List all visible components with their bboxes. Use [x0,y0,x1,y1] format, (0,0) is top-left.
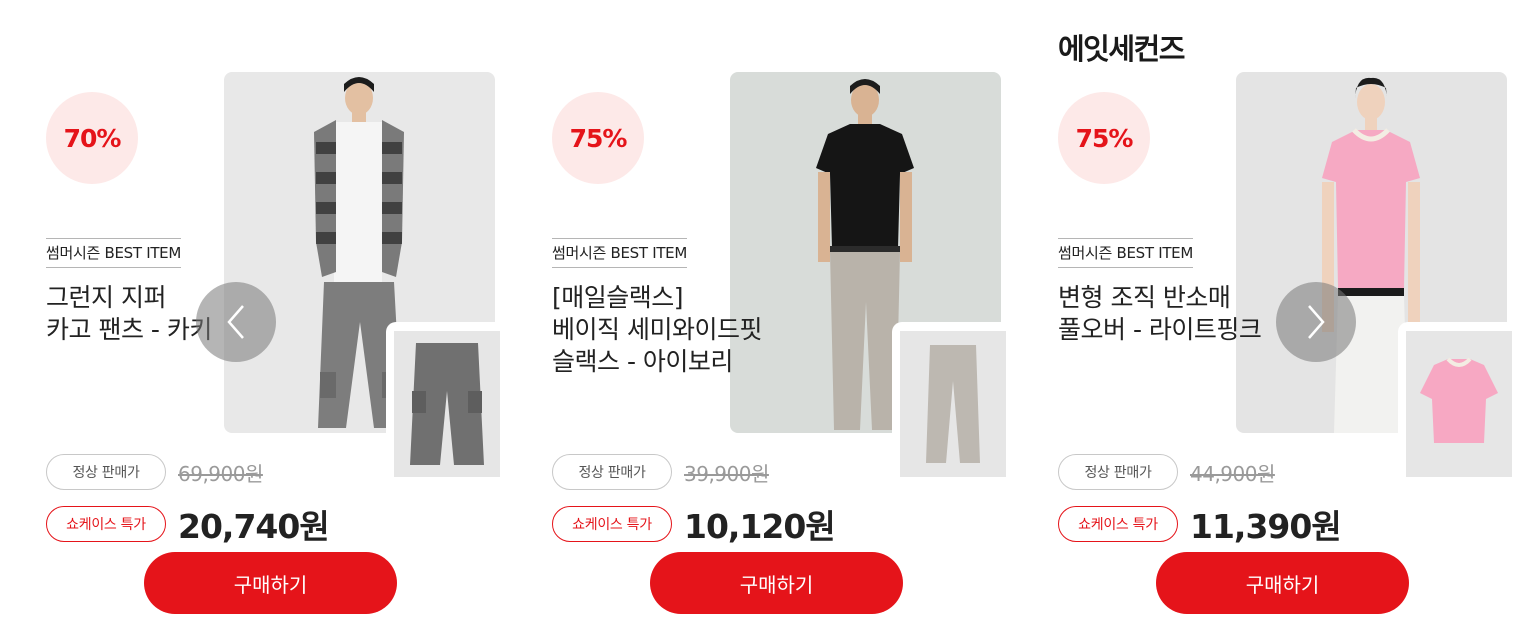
discount-badge: 75% [552,92,644,184]
chevron-left-icon [227,305,244,339]
regular-price-label: 정상 판매가 [46,454,166,490]
special-price-row: 쇼케이스 특가 10,120원 [552,500,836,548]
special-price: 10,120원 [684,507,836,546]
regular-price-label: 정상 판매가 [1058,454,1178,490]
product-name-line: 슬랙스 - 아이보리 [552,347,733,376]
regular-price-row: 정상 판매가 69,900원 [46,454,263,490]
product-name-line: [매일슬랙스] [552,283,684,312]
product-thumbnail[interactable] [1398,322,1518,486]
special-price-label: 쇼케이스 특가 [46,506,166,542]
discount-badge: 75% [1058,92,1150,184]
carousel-prev-button[interactable] [196,282,276,362]
product-name[interactable]: [매일슬랙스] 베이직 세미와이드핏 슬랙스 - 아이보리 [552,282,852,378]
product-name-line: 그런지 지퍼 [46,283,166,312]
carousel-next-button[interactable] [1276,282,1356,362]
regular-price: 44,900원 [1190,461,1275,486]
product-card: 75% 썸머시즌 BEST ITEM 변형 조직 반소매 풀오버 - 라이트핑크… [1012,0,1518,638]
buy-button[interactable]: 구매하기 [1156,552,1409,614]
buy-button[interactable]: 구매하기 [650,552,903,614]
special-price-label: 쇼케이스 특가 [552,506,672,542]
special-price-label: 쇼케이스 특가 [1058,506,1178,542]
discount-badge: 70% [46,92,138,184]
product-card: 75% 썸머시즌 BEST ITEM [매일슬랙스] 베이직 세미와이드핏 슬랙… [506,0,1012,638]
regular-price: 69,900원 [178,461,263,486]
special-price-row: 쇼케이스 특가 11,390원 [1058,500,1342,548]
regular-price-label: 정상 판매가 [552,454,672,490]
special-price: 20,740원 [178,507,330,546]
buy-button[interactable]: 구매하기 [144,552,397,614]
product-thumbnail[interactable] [892,322,1012,486]
regular-price: 39,900원 [684,461,769,486]
chevron-right-icon [1308,305,1325,339]
regular-price-row: 정상 판매가 39,900원 [552,454,769,490]
regular-price-row: 정상 판매가 44,900원 [1058,454,1275,490]
best-item-label: 썸머시즌 BEST ITEM [46,238,181,268]
best-item-label: 썸머시즌 BEST ITEM [1058,238,1193,268]
special-price-row: 쇼케이스 특가 20,740원 [46,500,330,548]
best-item-label: 썸머시즌 BEST ITEM [552,238,687,268]
special-price: 11,390원 [1190,507,1342,546]
product-thumbnail[interactable] [386,322,506,486]
product-name-line: 베이직 세미와이드핏 [552,315,762,344]
